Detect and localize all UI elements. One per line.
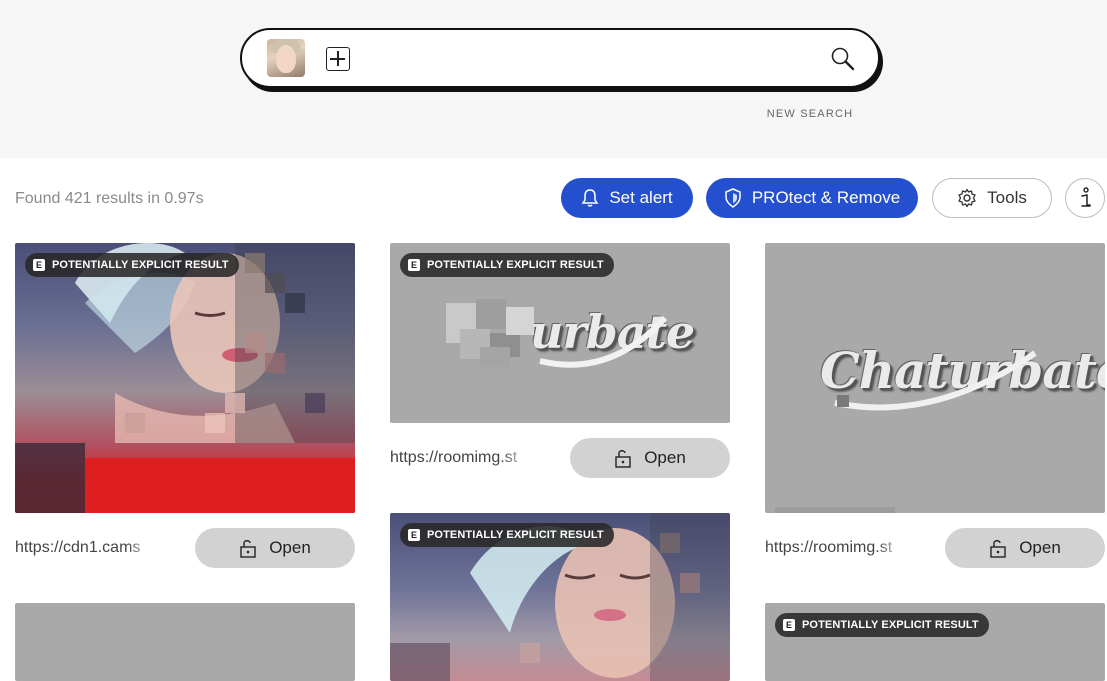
explicit-badge-label: POTENTIALLY EXPLICIT RESULT bbox=[52, 259, 229, 271]
new-search-link[interactable]: NEW SEARCH bbox=[740, 108, 880, 120]
unlock-icon bbox=[990, 540, 1006, 558]
set-alert-button[interactable]: Set alert bbox=[561, 178, 693, 218]
pixelated-photo bbox=[15, 243, 355, 513]
open-label: Open bbox=[1019, 538, 1061, 557]
result-image-2[interactable]: urbate E POTENTIALLY EXPLICIT RESULT bbox=[390, 243, 730, 423]
result-image-6[interactable]: E POTENTIALLY EXPLICIT RESULT bbox=[765, 603, 1105, 681]
open-label: Open bbox=[269, 538, 311, 557]
unlock-icon bbox=[240, 540, 256, 558]
protect-remove-label: PROtect & Remove bbox=[751, 188, 901, 207]
explicit-e-icon: E bbox=[408, 529, 420, 541]
result-image-4[interactable]: E POTENTIALLY EXPLICIT RESULT bbox=[390, 513, 730, 681]
result-url[interactable]: https://roomimg.st bbox=[765, 539, 905, 557]
open-label: Open bbox=[644, 448, 686, 467]
protect-remove-button[interactable]: PROtect & Remove bbox=[706, 178, 918, 218]
open-button[interactable]: Open bbox=[945, 528, 1105, 568]
tools-button[interactable]: Tools bbox=[932, 178, 1052, 218]
search-icon[interactable] bbox=[830, 46, 856, 72]
explicit-badge: E POTENTIALLY EXPLICIT RESULT bbox=[400, 253, 614, 277]
explicit-badge: E POTENTIALLY EXPLICIT RESULT bbox=[775, 613, 989, 637]
explicit-badge-label: POTENTIALLY EXPLICIT RESULT bbox=[427, 259, 604, 271]
query-image-thumbnail[interactable] bbox=[267, 39, 305, 77]
search-bar[interactable] bbox=[240, 28, 880, 88]
bell-icon bbox=[581, 189, 599, 207]
explicit-badge-label: POTENTIALLY EXPLICIT RESULT bbox=[427, 529, 604, 541]
set-alert-label: Set alert bbox=[609, 188, 673, 207]
explicit-e-icon: E bbox=[33, 259, 45, 271]
explicit-badge-label: POTENTIALLY EXPLICIT RESULT bbox=[802, 619, 979, 631]
result-image-1[interactable]: E POTENTIALLY EXPLICIT RESULT bbox=[15, 243, 355, 513]
tools-label: Tools bbox=[987, 188, 1027, 207]
results-count: Found 421 results in 0.97s bbox=[15, 190, 204, 207]
result-image-5[interactable] bbox=[15, 603, 355, 681]
explicit-badge: E POTENTIALLY EXPLICIT RESULT bbox=[400, 523, 614, 547]
open-button[interactable]: Open bbox=[570, 438, 730, 478]
search-header: NEW SEARCH bbox=[0, 0, 1107, 158]
result-image-3[interactable]: Chaturbate bbox=[765, 243, 1105, 513]
open-button[interactable]: Open bbox=[195, 528, 355, 568]
info-icon bbox=[1081, 187, 1091, 207]
gear-icon bbox=[958, 188, 976, 208]
info-button[interactable] bbox=[1065, 178, 1105, 218]
explicit-badge: E POTENTIALLY EXPLICIT RESULT bbox=[25, 253, 239, 277]
shield-icon bbox=[725, 188, 741, 208]
result-url[interactable]: https://roomimg.st bbox=[390, 449, 530, 467]
explicit-e-icon: E bbox=[408, 259, 420, 271]
add-image-icon[interactable] bbox=[326, 47, 350, 71]
unlock-icon bbox=[615, 450, 631, 468]
result-url[interactable]: https://cdn1.cams bbox=[15, 539, 155, 557]
logo-swoosh bbox=[775, 350, 1037, 513]
explicit-e-icon: E bbox=[783, 619, 795, 631]
